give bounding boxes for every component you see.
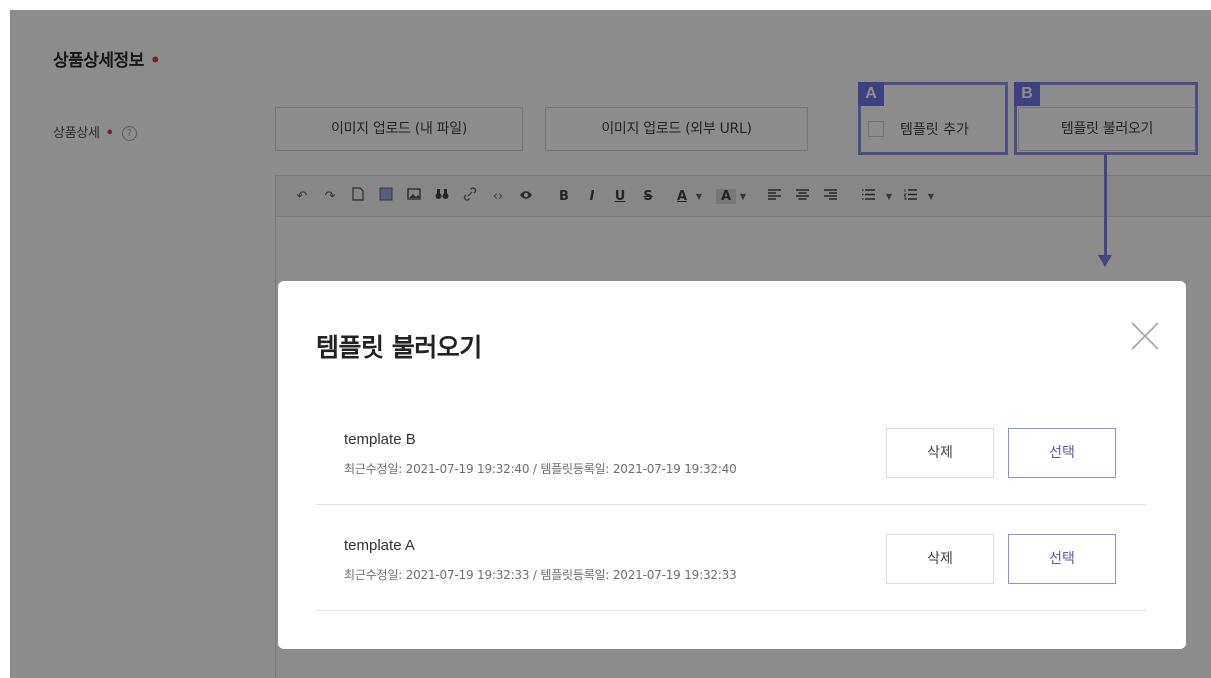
delete-template-button[interactable]: 삭제 xyxy=(886,428,994,478)
template-row: template B 최근수정일: 2021-07-19 19:32:40 / … xyxy=(316,399,1146,505)
delete-template-button[interactable]: 삭제 xyxy=(886,534,994,584)
close-icon[interactable] xyxy=(1130,321,1160,351)
template-dates: 최근수정일: 2021-07-19 19:32:40 / 템플릿등록일: 202… xyxy=(344,462,737,476)
product-detail-page: 상품상세정보 • 상품상세 •? 이미지 업로드 (내 파일) 이미지 업로드 (외… xyxy=(10,10,1211,678)
select-template-button[interactable]: 선택 xyxy=(1008,428,1116,478)
template-load-modal: 템플릿 불러오기 template B 최근수정일: 2021-07-19 19… xyxy=(278,281,1186,649)
template-name: template A xyxy=(344,537,415,554)
modal-title: 템플릿 불러오기 xyxy=(316,333,482,362)
template-dates: 최근수정일: 2021-07-19 19:32:33 / 템플릿등록일: 202… xyxy=(344,568,737,582)
template-name: template B xyxy=(344,431,416,448)
select-template-button[interactable]: 선택 xyxy=(1008,534,1116,584)
template-row: template A 최근수정일: 2021-07-19 19:32:33 / … xyxy=(316,505,1146,611)
